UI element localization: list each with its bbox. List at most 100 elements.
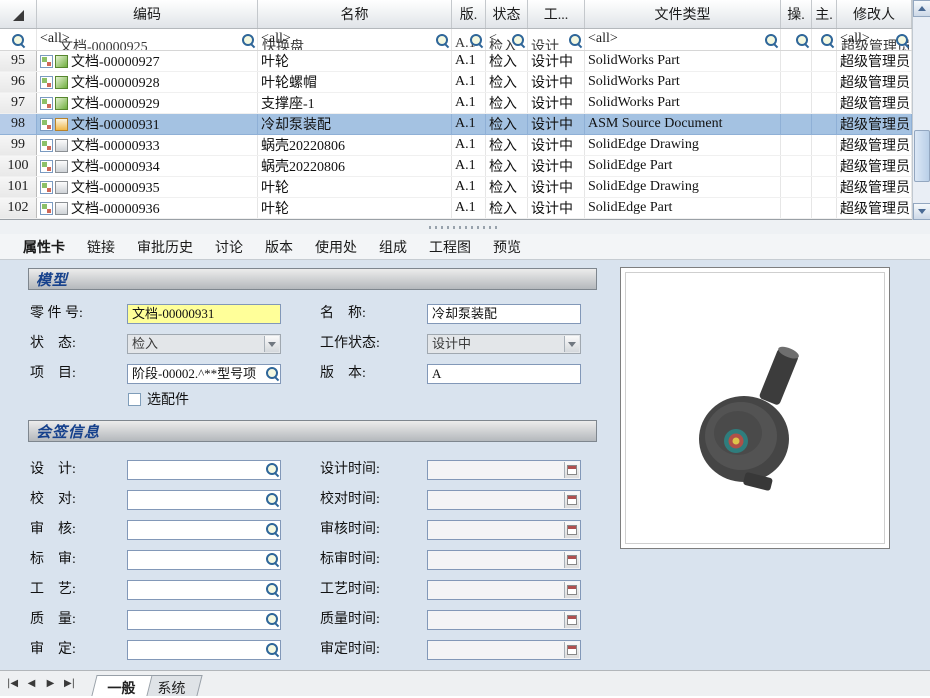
table-row[interactable]: 97 文档-00000929 支撑座-1 A.1 检入 设计中 SolidWor… [0, 93, 912, 114]
review-field[interactable] [127, 520, 281, 540]
tab-preview[interactable]: 预览 [482, 234, 532, 260]
filter-cell-op[interactable] [781, 29, 812, 51]
quality-time-field[interactable] [427, 610, 581, 630]
tab-drawing[interactable]: 工程图 [418, 234, 482, 260]
calendar-button[interactable] [564, 582, 579, 598]
filter-value[interactable]: <all> [588, 31, 618, 47]
filter-cell-workstate[interactable]: 设计 [528, 29, 585, 51]
process-time-field[interactable] [427, 580, 581, 600]
table-row[interactable]: 99 文档-00000933 蜗壳20220806 A.1 检入 设计中 Sol… [0, 135, 912, 156]
tab-discussion[interactable]: 讨论 [204, 234, 254, 260]
first-page-button[interactable]: |◀ [4, 675, 21, 693]
version-field[interactable]: A [427, 364, 581, 384]
scroll-up-button[interactable] [913, 0, 930, 17]
search-icon[interactable] [266, 643, 279, 656]
designer-field[interactable] [127, 460, 281, 480]
grid-corner-cell[interactable] [0, 0, 37, 28]
calendar-button[interactable] [564, 522, 579, 538]
filter-cell-rownum[interactable] [0, 29, 37, 51]
col-header-name[interactable]: 名称 [258, 0, 452, 28]
quality-field[interactable] [127, 610, 281, 630]
col-header-main[interactable]: 主. [812, 0, 837, 28]
next-page-button[interactable]: ▶ [42, 675, 59, 693]
table-row[interactable]: 102 文档-00000936 叶轮 A.1 检入 设计中 SolidEdge … [0, 198, 912, 219]
search-icon[interactable] [896, 34, 909, 47]
search-icon[interactable] [12, 34, 25, 47]
grid-vertical-scrollbar[interactable] [912, 0, 930, 220]
table-row[interactable]: 95 文档-00000927 叶轮 A.1 检入 设计中 SolidWorks … [0, 51, 912, 72]
design-time-field[interactable] [427, 460, 581, 480]
dropdown-button[interactable] [564, 336, 579, 352]
tab-version[interactable]: 版本 [254, 234, 304, 260]
filter-value[interactable]: <all> [840, 31, 870, 47]
optional-part-checkbox[interactable] [128, 393, 141, 406]
proofread-time-field[interactable] [427, 490, 581, 510]
table-row-selected[interactable]: 98 文档-00000931 冷却泵装配 A.1 检入 设计中 ASM Sour… [0, 114, 912, 135]
proofread-field[interactable] [127, 490, 281, 510]
filter-cell-status[interactable]: 检入 <. [486, 29, 528, 51]
calendar-button[interactable] [564, 552, 579, 568]
table-row[interactable]: 100 文档-00000934 蜗壳20220806 A.1 检入 设计中 So… [0, 156, 912, 177]
calendar-button[interactable] [564, 612, 579, 628]
approve-field[interactable] [127, 640, 281, 660]
tab-approval-history[interactable]: 审批历史 [126, 234, 204, 260]
search-icon[interactable] [266, 523, 279, 536]
search-icon[interactable] [436, 34, 449, 47]
search-icon[interactable] [796, 34, 809, 47]
tab-general[interactable]: 一般 [91, 675, 152, 696]
search-icon[interactable] [821, 34, 834, 47]
filter-value[interactable]: <. [489, 31, 500, 47]
scroll-down-button[interactable] [913, 203, 930, 220]
name-field[interactable]: 冷却泵装配 [427, 304, 581, 324]
table-row[interactable]: 96 文档-00000928 叶轮螺帽 A.1 检入 设计中 SolidWork… [0, 72, 912, 93]
filter-cell-version[interactable]: A.1 [452, 29, 486, 51]
calendar-button[interactable] [564, 492, 579, 508]
search-icon[interactable] [266, 463, 279, 476]
col-header-workstate[interactable]: 工... [528, 0, 585, 28]
filter-cell-filetype[interactable]: <all> [585, 29, 781, 51]
horizontal-splitter[interactable] [0, 220, 930, 234]
tab-where-used[interactable]: 使用处 [304, 234, 368, 260]
search-icon[interactable] [512, 34, 525, 47]
process-field[interactable] [127, 580, 281, 600]
col-header-filetype[interactable]: 文件类型 [585, 0, 781, 28]
search-icon[interactable] [266, 493, 279, 506]
last-page-button[interactable]: ▶| [61, 675, 78, 693]
project-field[interactable]: 阶段-00002.^**型号项 [127, 364, 281, 384]
calendar-button[interactable] [564, 462, 579, 478]
status-dropdown[interactable]: 检入 [127, 334, 281, 354]
col-header-version[interactable]: 版. [452, 0, 486, 28]
calendar-button[interactable] [564, 642, 579, 658]
col-header-op[interactable]: 操. [781, 0, 812, 28]
filter-cell-modifier[interactable]: 超级管理员 <all> [837, 29, 912, 51]
filter-cell-main[interactable] [812, 29, 837, 51]
filter-cell-name[interactable]: 快换盘 <all> [258, 29, 452, 51]
filter-value[interactable]: <all> [261, 31, 291, 47]
col-header-modifier[interactable]: 修改人 [837, 0, 912, 28]
filter-cell-code[interactable]: 文档-00000925 <all> [37, 29, 258, 51]
col-header-status[interactable]: 状态 [486, 0, 528, 28]
search-icon[interactable] [765, 34, 778, 47]
scrollbar-thumb[interactable] [914, 130, 930, 182]
dropdown-button[interactable] [264, 336, 279, 352]
std-review-time-field[interactable] [427, 550, 581, 570]
search-icon[interactable] [266, 367, 279, 380]
search-icon[interactable] [266, 553, 279, 566]
search-icon[interactable] [266, 583, 279, 596]
search-icon[interactable] [266, 613, 279, 626]
search-icon[interactable] [242, 34, 255, 47]
workstate-dropdown[interactable]: 设计中 [427, 334, 581, 354]
tab-composition[interactable]: 组成 [368, 234, 418, 260]
part-no-field[interactable]: 文档-00000931 [127, 304, 281, 324]
tab-property-card[interactable]: 属性卡 [12, 234, 76, 260]
tab-links[interactable]: 链接 [76, 234, 126, 260]
approve-time-field[interactable] [427, 640, 581, 660]
filter-value[interactable]: <all> [40, 31, 70, 47]
review-time-field[interactable] [427, 520, 581, 540]
prev-page-button[interactable]: ◀ [23, 675, 40, 693]
table-row[interactable]: 101 文档-00000935 叶轮 A.1 检入 设计中 SolidEdge … [0, 177, 912, 198]
search-icon[interactable] [569, 34, 582, 47]
std-review-field[interactable] [127, 550, 281, 570]
col-header-code[interactable]: 编码 [37, 0, 258, 28]
model-preview-viewport[interactable] [625, 272, 885, 544]
